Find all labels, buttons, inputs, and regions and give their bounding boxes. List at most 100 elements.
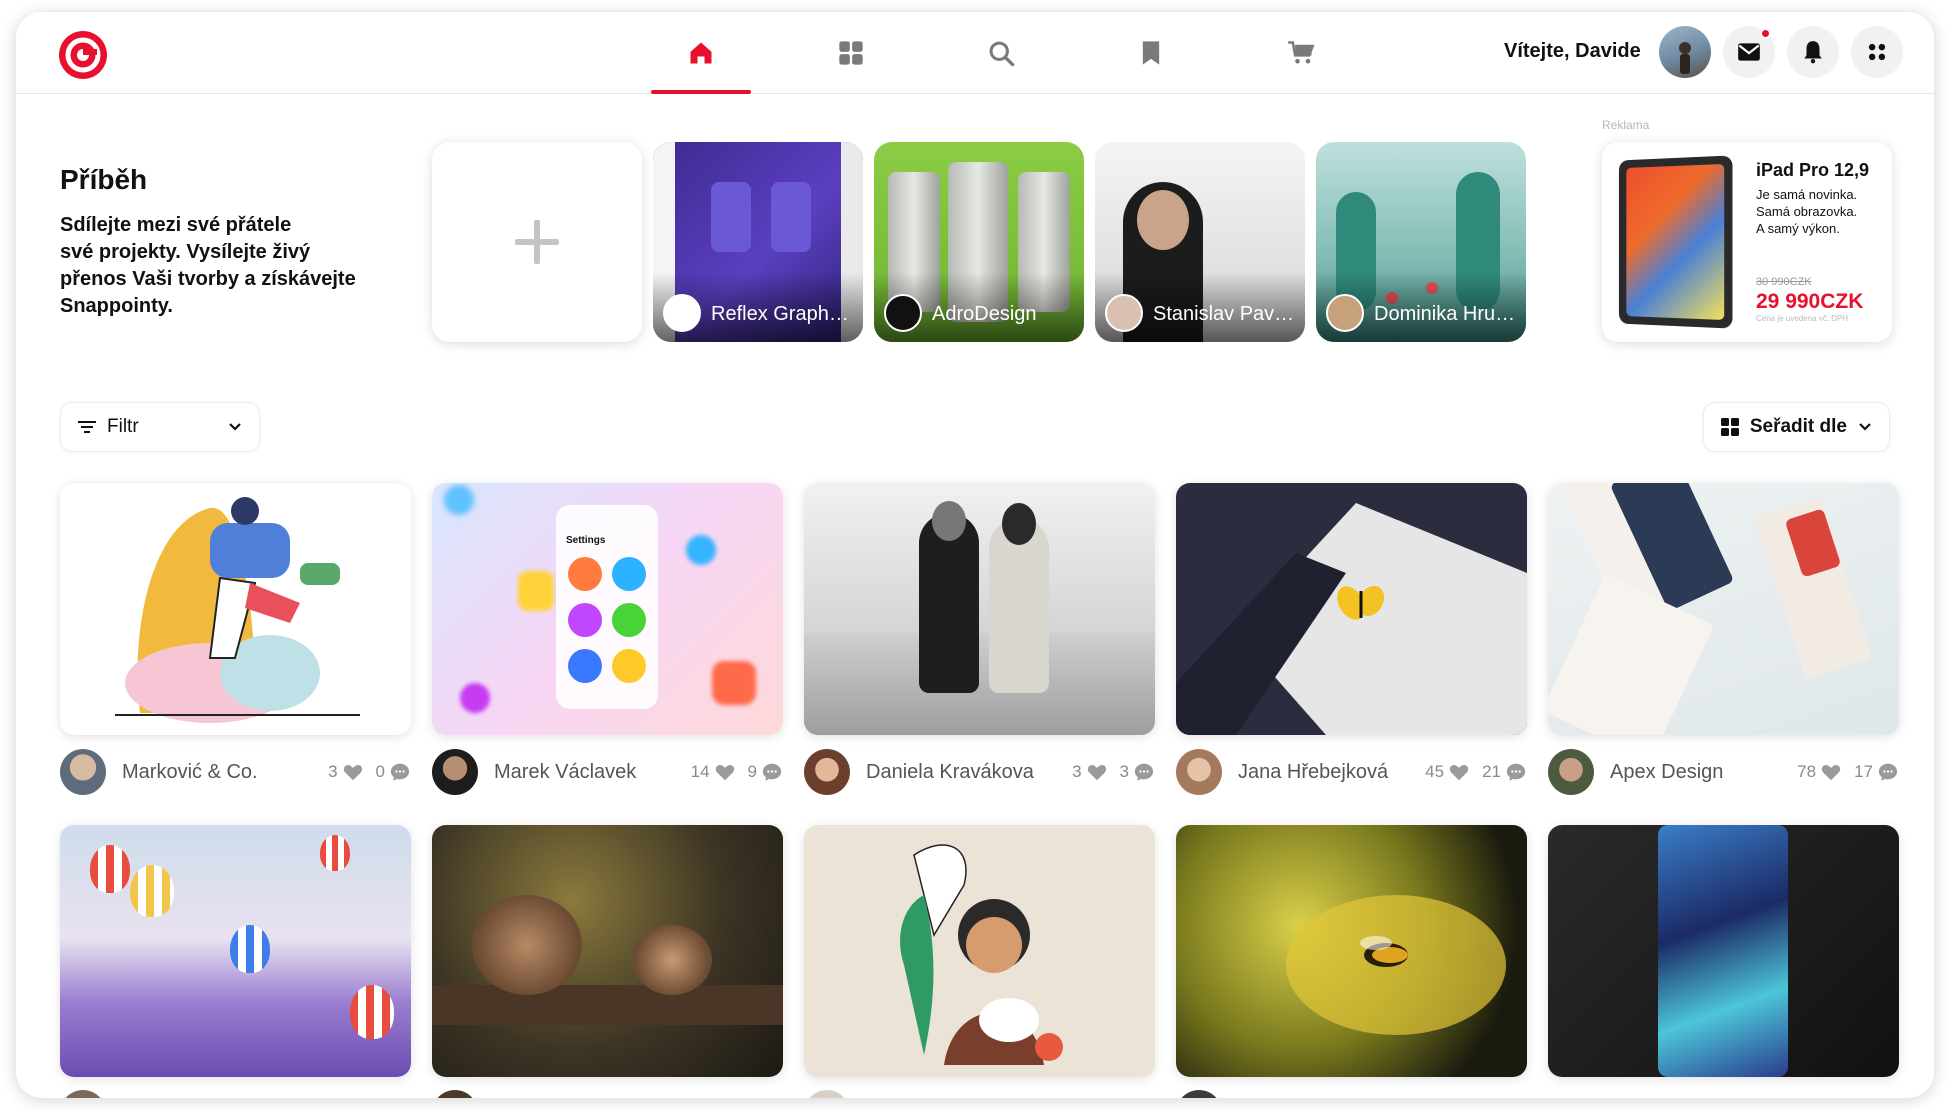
post-balloon <box>90 845 130 893</box>
logo-icon[interactable] <box>58 30 108 80</box>
main-nav <box>626 12 1376 94</box>
comments-value: 21 <box>1482 762 1501 781</box>
heart-icon <box>1449 765 1469 781</box>
post-phone-title: Settings <box>566 535 606 546</box>
story-card-adrodesign[interactable]: AdroDesign <box>874 142 1084 342</box>
author-name[interactable]: Jana Hřebejková <box>1238 761 1413 784</box>
post-app-icon <box>612 649 646 683</box>
cart-icon <box>1288 41 1315 64</box>
likes-count[interactable]: 78 <box>1797 761 1842 783</box>
heart-icon <box>1821 765 1841 781</box>
comment-icon <box>1878 763 1898 781</box>
nav-cart[interactable] <box>1226 12 1376 94</box>
nav-saved[interactable] <box>1076 12 1226 94</box>
story-description: Sdílejte mezi své přátele své projekty. … <box>60 212 390 320</box>
story-card-dominika[interactable]: Dominika Hrubá <box>1316 142 1526 342</box>
sort-button[interactable]: Seřadit dle <box>1702 402 1890 452</box>
post-blob <box>518 571 554 611</box>
author-avatar[interactable] <box>60 1090 106 1098</box>
chevron-down-icon <box>229 423 241 431</box>
add-story-button[interactable] <box>432 142 642 342</box>
sort-label: Seřadit dle <box>1749 416 1847 437</box>
comment-icon <box>1506 763 1526 781</box>
ad-card[interactable]: iPad Pro 12,9 Je samá novinka. Samá obra… <box>1602 142 1892 342</box>
likes-count[interactable]: 45 <box>1425 761 1470 783</box>
grid-icon <box>1720 418 1739 436</box>
ad-subtitle: Je samá novinka. Samá obrazovka. A samý … <box>1756 186 1884 237</box>
post-card-snails[interactable] <box>432 825 783 1077</box>
author-name[interactable]: Daniela Kravákova <box>866 761 1060 784</box>
author-avatar[interactable] <box>432 1090 478 1098</box>
post-card-renew[interactable] <box>1548 483 1899 735</box>
post-card-butterfly[interactable] <box>1176 483 1527 735</box>
comments-count[interactable]: 17 <box>1854 761 1899 783</box>
likes-count[interactable]: 3 <box>1072 761 1107 783</box>
search-icon <box>989 41 1015 67</box>
author-name[interactable]: Marek Václavek <box>494 761 679 784</box>
nav-home[interactable] <box>626 12 776 94</box>
post-can <box>1658 825 1788 1077</box>
story-avatar <box>1326 294 1364 332</box>
nav-categories[interactable] <box>776 12 926 94</box>
unread-badge <box>1760 28 1771 39</box>
ad-price-note: Cena je uvedena vč. DPH <box>1756 314 1849 323</box>
story-name: AdroDesign <box>932 303 1037 325</box>
filter-button[interactable]: Filtr <box>60 402 260 452</box>
likes-value: 45 <box>1425 762 1445 781</box>
post-bee-scene <box>1286 895 1506 1035</box>
post-card-balloons[interactable] <box>60 825 411 1077</box>
comments-count[interactable]: 9 <box>748 761 783 783</box>
story-title: Příběh <box>60 164 148 195</box>
ad-old-price: 30 990CZK <box>1756 276 1812 288</box>
author-avatar[interactable] <box>804 749 850 795</box>
nav-search[interactable] <box>926 12 1076 94</box>
post-meta: Apex Design 78 17 <box>1548 748 1899 796</box>
post-balloon <box>320 835 350 871</box>
story-thumb-face <box>1137 190 1189 250</box>
story-card-stanislav[interactable]: Stanislav Pavlov <box>1095 142 1305 342</box>
likes-value: 78 <box>1797 762 1817 781</box>
post-app-icon <box>568 603 602 637</box>
post-meta: Marković & Co. 3 0 <box>60 748 411 796</box>
author-avatar[interactable] <box>432 749 478 795</box>
story-thumb-figure <box>711 182 751 252</box>
post-card-couple[interactable] <box>804 483 1155 735</box>
post-meta: Marek Václavek 14 9 <box>432 748 783 796</box>
comments-value: 17 <box>1854 762 1873 781</box>
post-app-icon <box>612 603 646 637</box>
author-name[interactable]: Apex Design <box>1610 761 1785 784</box>
post-branch <box>432 985 783 1025</box>
author-avatar[interactable] <box>60 749 106 795</box>
post-card-bee[interactable] <box>1176 825 1527 1077</box>
author-avatar[interactable] <box>1176 749 1222 795</box>
post-girl-illustration <box>900 844 1063 1065</box>
post-app-icon <box>568 557 602 591</box>
filter-lines-icon <box>78 421 96 433</box>
post-balloon <box>230 925 270 973</box>
filter-label: Filtr <box>107 416 139 437</box>
post-blob <box>444 485 474 515</box>
post-card-illustration[interactable] <box>60 483 411 735</box>
story-desc-line: své projekty. Vysílejte živý <box>60 241 311 263</box>
heart-icon <box>1087 765 1106 781</box>
post-card-ice-cavern[interactable] <box>1548 825 1899 1077</box>
post-card-settings[interactable]: Settings <box>432 483 783 735</box>
comments-count[interactable]: 3 <box>1120 761 1155 783</box>
author-avatar[interactable] <box>804 1090 850 1098</box>
likes-count[interactable]: 14 <box>691 761 736 783</box>
author-avatar[interactable] <box>1548 749 1594 795</box>
notifications-button[interactable] <box>1787 26 1839 78</box>
likes-count[interactable]: 3 <box>328 761 363 783</box>
ad-label: Reklama <box>1602 118 1650 132</box>
comments-count[interactable]: 21 <box>1482 761 1527 783</box>
apps-button[interactable] <box>1851 26 1903 78</box>
post-card-girl-chicken[interactable] <box>804 825 1155 1077</box>
post-snail-shell <box>632 925 712 995</box>
post-person-head <box>1002 503 1036 545</box>
author-name[interactable]: Marković & Co. <box>122 761 316 784</box>
user-avatar[interactable] <box>1659 26 1711 78</box>
author-avatar[interactable] <box>1176 1090 1222 1098</box>
story-card-reflex[interactable]: Reflex Graphics <box>653 142 863 342</box>
comments-count[interactable]: 0 <box>376 761 411 783</box>
messages-button[interactable] <box>1723 26 1775 78</box>
